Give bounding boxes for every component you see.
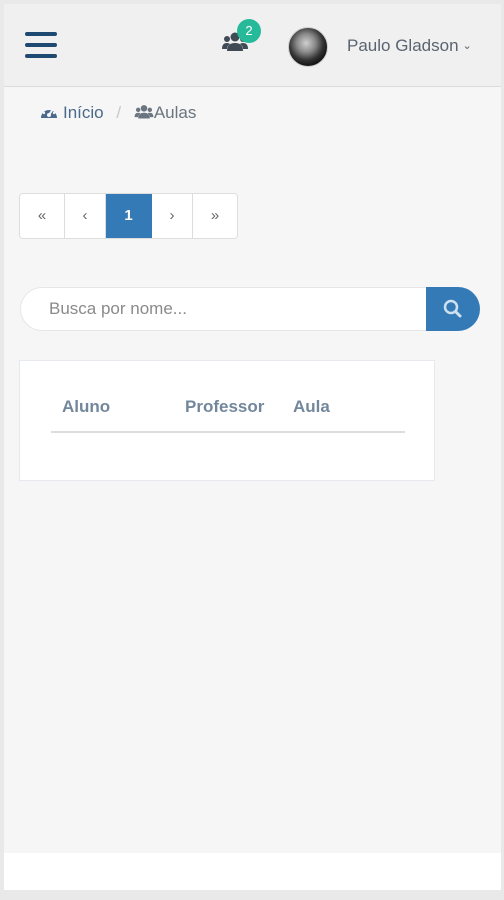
breadcrumb-home-link[interactable]: Início: [39, 103, 108, 122]
breadcrumb-current: Aulas: [134, 103, 197, 122]
hamburger-icon-bar: [25, 54, 57, 58]
search-input[interactable]: [20, 287, 428, 331]
user-avatar[interactable]: [288, 27, 328, 67]
column-header-aluno[interactable]: Aluno: [62, 397, 110, 417]
chevron-down-icon: ⌄: [462, 40, 472, 52]
aulas-table-panel: Aluno Professor Aula: [19, 360, 435, 481]
search-button[interactable]: [426, 287, 480, 331]
column-header-professor[interactable]: Professor: [185, 397, 264, 417]
breadcrumb-separator: /: [116, 103, 122, 122]
column-header-aula[interactable]: Aula: [293, 397, 330, 417]
page-first-button[interactable]: «: [20, 194, 65, 238]
hamburger-icon-bar: [25, 43, 57, 47]
search-icon: [443, 299, 462, 318]
breadcrumb: Início / Aulas: [39, 103, 196, 123]
page-last-button[interactable]: »: [193, 194, 237, 238]
breadcrumb-home-label: Início: [63, 103, 104, 122]
dashboard-icon: [41, 107, 57, 118]
app-frame: 2 Paulo Gladson ⌄ Início / Aulas « ‹ 1 ›…: [4, 4, 501, 890]
notification-count-badge: 2: [237, 19, 261, 43]
page-prev-button[interactable]: ‹: [65, 194, 106, 238]
user-menu-toggle[interactable]: Paulo Gladson ⌄: [347, 36, 472, 56]
breadcrumb-current-label: Aulas: [153, 103, 197, 122]
top-navbar: 2 Paulo Gladson ⌄: [4, 4, 501, 87]
table-header-divider: [51, 431, 405, 433]
page-current-button[interactable]: 1: [106, 194, 152, 238]
page-footer: [4, 853, 501, 890]
page-next-button[interactable]: ›: [152, 194, 193, 238]
user-name-label: Paulo Gladson: [347, 36, 459, 55]
pagination: « ‹ 1 › »: [19, 193, 238, 239]
search-bar: [20, 287, 480, 331]
hamburger-icon: [25, 32, 57, 36]
users-icon: [134, 105, 154, 119]
menu-toggle-button[interactable]: [25, 32, 57, 60]
